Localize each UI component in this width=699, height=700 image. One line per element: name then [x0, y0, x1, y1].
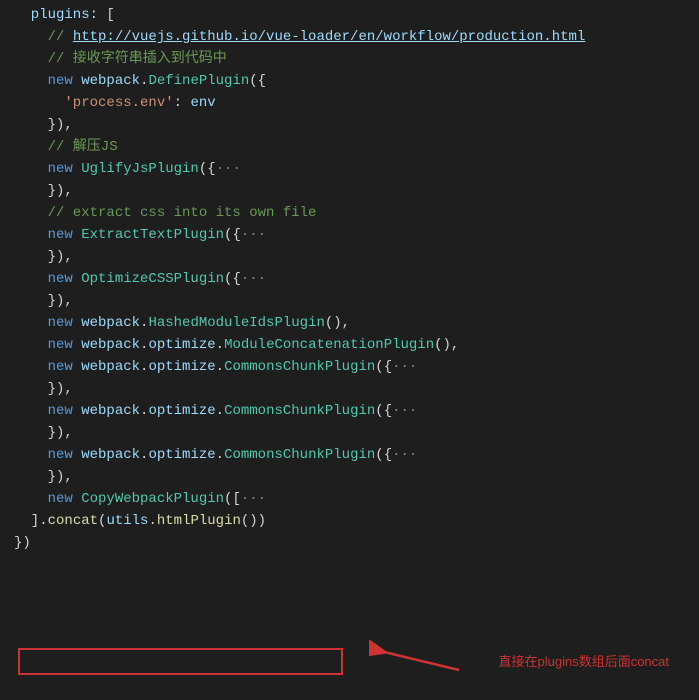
- code-line: }),: [0, 422, 699, 444]
- code-line: // 接收字符串插入到代码中: [0, 48, 699, 70]
- code-editor[interactable]: plugins: [ // http://vuejs.github.io/vue…: [0, 0, 699, 558]
- code-line: plugins: [: [0, 4, 699, 26]
- code-line: }),: [0, 180, 699, 202]
- fold-indicator[interactable]: ···: [241, 227, 266, 243]
- code-line: // http://vuejs.github.io/vue-loader/en/…: [0, 26, 699, 48]
- annotation-highlight-box: [18, 648, 343, 675]
- code-line: // 解压JS: [0, 136, 699, 158]
- annotation-text: 直接在plugins数组后面concat: [499, 651, 670, 670]
- code-line: }): [0, 532, 699, 554]
- code-line: 'process.env': env: [0, 92, 699, 114]
- code-line: new UglifyJsPlugin({···: [0, 158, 699, 180]
- code-line: new webpack.DefinePlugin({: [0, 70, 699, 92]
- code-line: new webpack.optimize.CommonsChunkPlugin(…: [0, 444, 699, 466]
- annotation-arrow-icon: [369, 640, 469, 680]
- code-line: ].concat(utils.htmlPlugin()): [0, 510, 699, 532]
- code-line: new webpack.optimize.CommonsChunkPlugin(…: [0, 356, 699, 378]
- fold-indicator[interactable]: ···: [392, 403, 417, 419]
- fold-indicator[interactable]: ···: [241, 491, 266, 507]
- fold-indicator[interactable]: ···: [392, 447, 417, 463]
- url-link[interactable]: http://vuejs.github.io/vue-loader/en/wor…: [73, 29, 585, 45]
- code-line: new webpack.HashedModuleIdsPlugin(),: [0, 312, 699, 334]
- code-line: new OptimizeCSSPlugin({···: [0, 268, 699, 290]
- code-line: // extract css into its own file: [0, 202, 699, 224]
- code-line: new ExtractTextPlugin({···: [0, 224, 699, 246]
- code-line: new webpack.optimize.ModuleConcatenation…: [0, 334, 699, 356]
- code-line: }),: [0, 466, 699, 488]
- code-line: }),: [0, 290, 699, 312]
- code-line: }),: [0, 246, 699, 268]
- property-token: plugins: [14, 7, 90, 23]
- code-line: new CopyWebpackPlugin([···: [0, 488, 699, 510]
- code-line: }),: [0, 114, 699, 136]
- code-line: }),: [0, 378, 699, 400]
- fold-indicator[interactable]: ···: [392, 359, 417, 375]
- code-line: new webpack.optimize.CommonsChunkPlugin(…: [0, 400, 699, 422]
- fold-indicator[interactable]: ···: [216, 161, 241, 177]
- fold-indicator[interactable]: ···: [241, 271, 266, 287]
